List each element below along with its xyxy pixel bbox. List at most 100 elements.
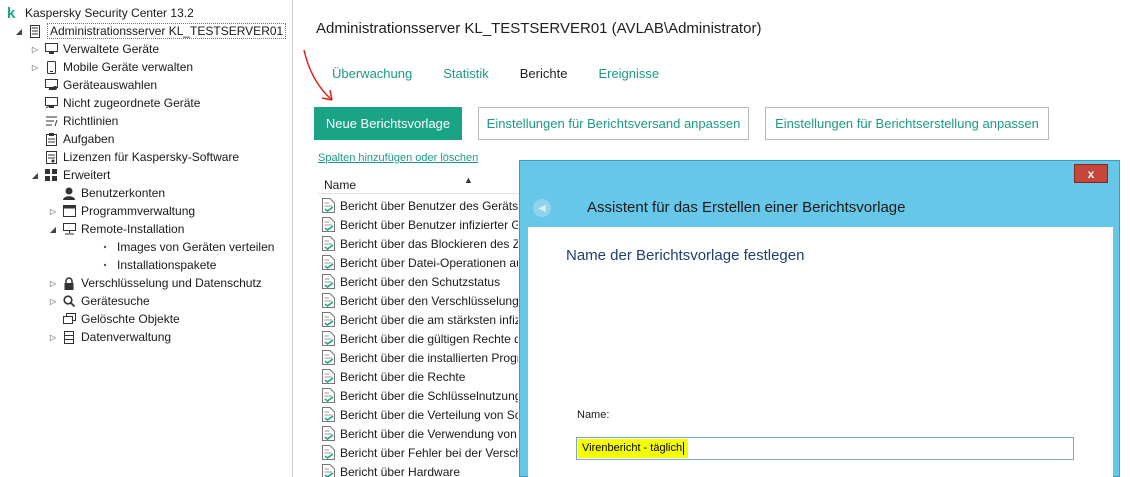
report-row-label: Bericht über den Verschlüsselungsstatus: [340, 293, 518, 308]
tree-item-gelöschte-objekte[interactable]: Gelöschte Objekte: [48, 310, 180, 328]
collapse-icon[interactable]: ◢: [48, 224, 58, 234]
wizard-step-heading: Name der Berichtsvorlage festlegen: [566, 247, 805, 264]
wizard-body: Name der Berichtsvorlage festlegen Name:…: [528, 227, 1113, 477]
expand-icon[interactable]: ▷: [48, 296, 58, 306]
app-title: Kaspersky Security Center 13.2: [25, 6, 194, 20]
expand-icon[interactable]: ▷: [48, 332, 58, 342]
report-row[interactable]: Bericht über den Verschlüsselungsstatus: [318, 291, 518, 310]
report-template-icon: [322, 426, 336, 441]
report-row-label: Bericht über Hardware: [340, 464, 461, 477]
report-row-label: Bericht über Benutzer infizierter Geräte: [340, 217, 518, 232]
kaspersky-logo-icon: k: [6, 6, 20, 20]
delivery-settings-button[interactable]: Einstellungen für Berichtsversand anpass…: [478, 107, 749, 140]
policies-icon: [44, 114, 58, 128]
devices-icon: [44, 42, 58, 56]
tree-item-benutzerkonten[interactable]: Benutzerkonten: [48, 184, 165, 202]
report-template-icon: [322, 217, 336, 232]
columns-link[interactable]: Spalten hinzufügen oder löschen: [318, 152, 478, 164]
report-row[interactable]: Bericht über die Verteilung von Schlüsse…: [318, 405, 518, 424]
tree-item-richtlinien[interactable]: Richtlinien: [30, 112, 118, 130]
tree-item-lizenzen-für-kaspersky-software[interactable]: Lizenzen für Kaspersky-Software: [30, 148, 239, 166]
tasks-icon: [44, 132, 58, 146]
tree-item-datenverwaltung[interactable]: ▷ Datenverwaltung: [48, 328, 171, 346]
report-row-label: Bericht über die Schlüsselnutzung: [340, 388, 518, 403]
column-name-header[interactable]: Name: [324, 178, 356, 192]
tree-item-aufgaben[interactable]: Aufgaben: [30, 130, 114, 148]
close-button[interactable]: x: [1074, 164, 1108, 183]
bullet-icon: [98, 240, 112, 254]
generation-settings-button[interactable]: Einstellungen für Berichtserstellung anp…: [765, 107, 1049, 140]
report-template-icon: [322, 445, 336, 460]
new-report-template-button[interactable]: Neue Berichtsvorlage: [314, 107, 462, 140]
data-storage-icon: [62, 330, 76, 344]
tree-item-verwaltete-geräte[interactable]: ▷ Verwaltete Geräte: [30, 40, 159, 58]
expand-icon[interactable]: ▷: [48, 206, 58, 216]
report-row[interactable]: Bericht über das Blockieren des Zugriffs: [318, 234, 518, 253]
template-name-input[interactable]: Virenbericht - täglich: [576, 437, 1074, 460]
report-row[interactable]: Bericht über die Verwendung von Lizenzen: [318, 424, 518, 443]
tree-item-server[interactable]: ◢ Administrationsserver KL_TESTSERVER01: [14, 22, 287, 40]
tree-item-mobile-geräte-verwalten[interactable]: ▷ Mobile Geräte verwalten: [30, 58, 193, 76]
report-row-label: Bericht über Datei-Operationen auf Gerät…: [340, 255, 518, 270]
report-row[interactable]: Bericht über die am stärksten infizierte…: [318, 310, 518, 329]
name-field-label: Name:: [577, 409, 610, 421]
report-row-label: Bericht über die Verteilung von Schlüsse…: [340, 407, 518, 422]
report-row[interactable]: Bericht über die installierten Programme: [318, 348, 518, 367]
report-template-icon: [322, 407, 336, 422]
mobile-icon: [44, 60, 58, 74]
report-row[interactable]: Bericht über Benutzer infizierter Geräte: [318, 215, 518, 234]
tab-statistics[interactable]: Statistik: [443, 66, 489, 81]
expand-icon[interactable]: ▷: [48, 278, 58, 288]
tree-item-images-von-geräten-verteilen[interactable]: Images von Geräten verteilen: [84, 238, 274, 256]
collapse-icon[interactable]: ◢: [30, 170, 40, 180]
tree-root-app[interactable]: k Kaspersky Security Center 13.2: [6, 4, 194, 22]
tree-item-installationspakete[interactable]: Installationspakete: [84, 256, 216, 274]
tab-monitoring[interactable]: Überwachung: [332, 66, 412, 81]
tab-reports[interactable]: Berichte: [520, 66, 568, 81]
tree-item-geräteauswahlen[interactable]: Geräteauswahlen: [30, 76, 157, 94]
report-row[interactable]: Bericht über Benutzer des Geräts: [318, 196, 518, 215]
tree-item-verschlüsselung-und-datenschutz[interactable]: ▷ Verschlüsselung und Datenschutz: [48, 274, 262, 292]
report-row-label: Bericht über die Rechte: [340, 369, 466, 384]
svg-text:k: k: [7, 6, 16, 20]
tree-item-label: Aufgaben: [63, 132, 115, 146]
collapse-icon[interactable]: ◢: [14, 26, 24, 36]
tree-item-label: Installationspakete: [117, 258, 217, 272]
deleted-objects-icon: [62, 312, 76, 326]
tree-item-erweitert[interactable]: ◢ Erweitert: [30, 166, 110, 184]
tree-item-label: Programmverwaltung: [81, 204, 196, 218]
tree-item-remote-installation[interactable]: ◢ Remote-Installation: [48, 220, 184, 238]
tree-item-label: Richtlinien: [63, 114, 119, 128]
report-row-label: Bericht über Benutzer des Geräts: [340, 198, 518, 213]
report-row[interactable]: Bericht über Hardware: [318, 462, 518, 477]
bullet-icon: [98, 258, 112, 272]
tab-events[interactable]: Ereignisse: [598, 66, 659, 81]
report-row[interactable]: Bericht über Datei-Operationen auf Gerät…: [318, 253, 518, 272]
tree-item-label: Datenverwaltung: [81, 330, 172, 344]
device-selection-icon: [44, 78, 58, 92]
tree-item-label: Verschlüsselung und Datenschutz: [81, 276, 262, 290]
tree-item-programmverwaltung[interactable]: ▷ Programmverwaltung: [48, 202, 195, 220]
app-management-icon: [62, 204, 76, 218]
report-row[interactable]: Bericht über die gültigen Rechte der Ben…: [318, 329, 518, 348]
tree-item-gerätesuche[interactable]: ▷ Gerätesuche: [48, 292, 150, 310]
report-template-icon: [322, 350, 336, 365]
expand-icon[interactable]: ▷: [30, 44, 40, 54]
user-accounts-icon: [62, 186, 76, 200]
server-icon: [28, 24, 42, 38]
advanced-icon: [44, 168, 58, 182]
expand-icon[interactable]: ▷: [30, 62, 40, 72]
page-title: Administrationsserver KL_TESTSERVER01 (A…: [316, 20, 762, 37]
app-root: k Kaspersky Security Center 13.2 ◢ Admin…: [0, 0, 1130, 477]
tree-item-label: Erweitert: [63, 168, 111, 182]
report-row[interactable]: Bericht über die Rechte: [318, 367, 518, 386]
report-row[interactable]: Bericht über den Schutzstatus: [318, 272, 518, 291]
report-row[interactable]: Bericht über Fehler bei der Verschlüssel…: [318, 443, 518, 462]
report-row[interactable]: Bericht über die Schlüsselnutzung: [318, 386, 518, 405]
wizard-title: Assistent für das Erstellen einer Berich…: [587, 199, 906, 216]
back-arrow-icon[interactable]: ◀: [533, 199, 551, 217]
tree-item-nicht-zugeordnete-geräte[interactable]: Nicht zugeordnete Geräte: [30, 94, 200, 112]
tree-item-label: Verwaltete Geräte: [63, 42, 160, 56]
